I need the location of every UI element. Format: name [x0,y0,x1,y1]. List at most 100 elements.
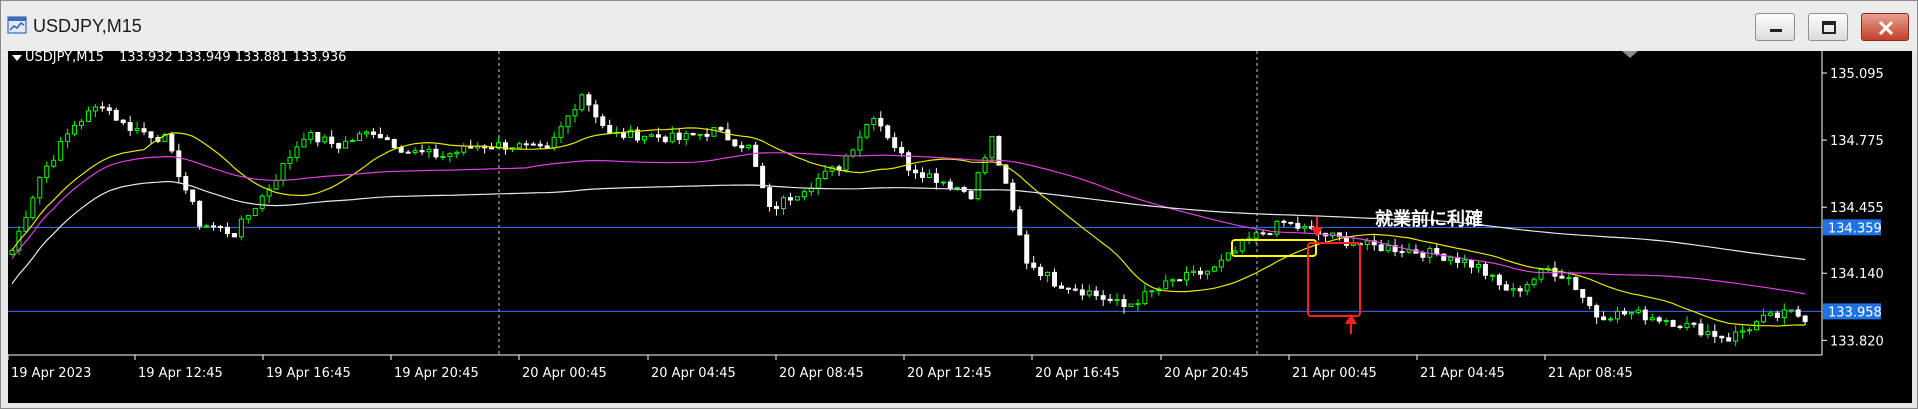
candle [1503,280,1509,291]
candle-body [294,146,300,158]
candle [1031,256,1037,271]
candle-body [231,233,237,238]
candle [864,124,870,140]
candle [1538,268,1544,283]
chart-window-icon [7,16,27,34]
candle-body [280,162,286,181]
candle-body [697,133,703,136]
candle-body [954,187,960,190]
candle [1343,231,1349,249]
candle-body [461,145,467,153]
candle-body [273,179,279,190]
candle-body [1142,291,1148,305]
candle [1010,178,1016,213]
candle [787,192,793,206]
chart-area[interactable]: 就業前に利確 USDJPY,M15 133.932 133.949 133.88… [8,51,1912,403]
candle-body [1420,252,1426,258]
candle [871,116,877,131]
y-tick-label: 135.095 [1830,67,1884,82]
candle-body [774,205,780,210]
axes [8,51,1823,356]
candle-body [1684,322,1690,328]
candle-body [1128,303,1134,307]
candle-body [211,225,217,228]
dropdown-triangle-icon[interactable] [12,55,22,61]
candle-body [933,173,939,183]
candle [377,127,383,139]
candle-body [120,119,126,124]
candle-body [746,144,752,149]
candle [1455,252,1461,269]
candle-body [794,196,800,201]
candle [537,140,543,150]
candle [99,101,105,112]
candle [72,120,78,137]
candle-body [329,136,335,145]
candle [1462,254,1468,268]
candle [1399,244,1405,258]
candle [1114,293,1120,306]
restore-button[interactable] [1808,13,1848,41]
candle [419,144,425,156]
chart-window: USDJPY,M15 就業前に利確 USDJPY,M15 133.932 133… [0,0,1918,409]
candle [794,196,800,201]
candle-body [238,218,244,238]
candle-body [1628,312,1634,315]
candle-body [343,140,349,149]
candle [1614,306,1620,323]
candle-body [426,148,432,153]
candle [197,200,203,230]
candle [329,130,335,148]
minimize-button[interactable] [1755,13,1795,41]
candle-body [579,94,585,111]
candle-body [252,208,258,217]
candle-body [1663,320,1669,323]
candle [711,127,717,137]
candle-body [1093,290,1099,297]
candle [120,119,126,126]
candle-body [1524,284,1530,292]
chart-shift-marker-icon[interactable] [1622,51,1638,58]
candle [878,111,884,132]
candle [1573,276,1579,291]
close-button[interactable] [1861,13,1909,41]
candle-body [1677,325,1683,328]
candle [892,132,898,152]
candle [558,121,564,143]
candle-body [683,132,689,141]
candle-body [384,137,390,141]
candle-body [1601,316,1607,321]
candle [1594,303,1600,324]
candle [593,99,599,124]
candle [857,130,863,158]
candle-body [780,197,786,210]
candle [683,130,689,146]
candle-body [1288,221,1294,224]
y-tick-label: 134.455 [1830,201,1884,216]
price-chart[interactable]: 就業前に利確 USDJPY,M15 133.932 133.949 133.88… [8,51,1912,403]
candle [1726,332,1732,342]
candle-body [1114,299,1120,302]
candle [1211,265,1217,273]
header-symbol: USDJPY,M15 [25,51,104,65]
x-tick-label: 20 Apr 16:45 [1035,366,1120,381]
up-arrow-marker [1345,314,1357,334]
candle [1197,267,1203,280]
candle [1392,238,1398,257]
candle [1441,253,1447,262]
candle-body [1475,263,1481,268]
candle [1406,243,1412,254]
candle [829,165,835,177]
candle [530,141,536,146]
candle-body [51,159,57,167]
candle [808,182,814,196]
candle [224,222,230,238]
candle [1246,231,1252,245]
title-bar[interactable]: USDJPY,M15 [1,1,1917,51]
candle [774,201,780,216]
candle-body [892,137,898,148]
candle-body [23,217,29,232]
candle-body [1580,288,1586,298]
candle-body [1538,269,1544,280]
candle [1225,252,1231,262]
